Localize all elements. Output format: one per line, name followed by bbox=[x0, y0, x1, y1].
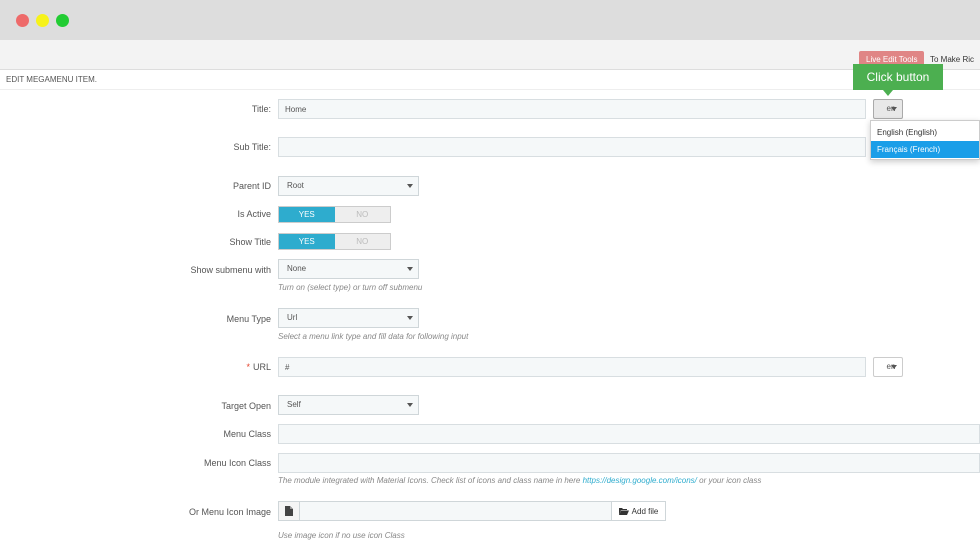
panel-heading: EDIT MEGAMENU ITEM. bbox=[6, 75, 97, 84]
help-text-suffix: or your icon class bbox=[696, 476, 762, 485]
language-option-english[interactable]: English (English) bbox=[871, 124, 979, 141]
parent-id-value: Root bbox=[287, 181, 304, 190]
target-open-value: Self bbox=[287, 400, 301, 409]
language-dropdown: English (English) Français (French) bbox=[870, 120, 980, 160]
maximize-window-button[interactable] bbox=[56, 14, 69, 27]
menu-class-input[interactable] bbox=[278, 424, 980, 444]
target-open-label: Target Open bbox=[221, 401, 271, 411]
caret-down-icon bbox=[891, 107, 897, 111]
title-input[interactable] bbox=[278, 99, 866, 119]
url-language-button[interactable]: en bbox=[873, 357, 903, 377]
show-submenu-value: None bbox=[287, 264, 307, 273]
add-file-label: Add file bbox=[631, 506, 659, 516]
title-language-button[interactable]: en bbox=[873, 99, 903, 119]
menu-type-help: Select a menu link type and fill data fo… bbox=[278, 332, 469, 341]
caret-down-icon bbox=[891, 365, 897, 369]
click-button-callout: Click button bbox=[853, 64, 943, 90]
show-title-no[interactable]: NO bbox=[335, 234, 391, 249]
menu-icon-class-help: The module integrated with Material Icon… bbox=[278, 476, 761, 485]
divider bbox=[0, 89, 980, 90]
menu-icon-image-help: Use image icon if no use icon Class bbox=[278, 531, 405, 540]
menu-icon-image-label: Or Menu Icon Image bbox=[188, 507, 271, 517]
show-submenu-help: Turn on (select type) or turn off submen… bbox=[278, 283, 423, 292]
is-active-switch[interactable]: YES NO bbox=[278, 206, 391, 223]
show-submenu-select[interactable]: None bbox=[278, 259, 419, 279]
callout-arrow bbox=[883, 90, 893, 96]
is-active-no[interactable]: NO bbox=[335, 207, 391, 222]
folder-open-icon bbox=[618, 508, 629, 515]
top-toolbar: Live Edit Tools To Make Ric bbox=[0, 40, 980, 70]
parent-id-label: Parent ID bbox=[232, 181, 271, 191]
menu-type-label: Menu Type bbox=[226, 314, 271, 324]
file-upload: Add file bbox=[278, 501, 666, 521]
menu-class-label: Menu Class bbox=[223, 429, 271, 439]
caret-down-icon bbox=[407, 184, 413, 188]
caret-down-icon bbox=[407, 316, 413, 320]
required-mark: * bbox=[246, 362, 250, 372]
menu-type-select[interactable]: Url bbox=[278, 308, 419, 328]
menu-icon-class-input[interactable] bbox=[278, 453, 980, 473]
is-active-yes[interactable]: YES bbox=[279, 207, 335, 222]
url-label-text: URL bbox=[252, 362, 271, 372]
material-icons-link[interactable]: https://design.google.com/icons/ bbox=[583, 476, 697, 485]
menu-icon-class-label: Menu Icon Class bbox=[203, 458, 271, 468]
title-label: Title: bbox=[251, 104, 271, 114]
show-title-switch[interactable]: YES NO bbox=[278, 233, 391, 250]
show-title-label: Show Title bbox=[229, 237, 271, 247]
sub-title-input[interactable] bbox=[278, 137, 866, 157]
show-submenu-label: Show submenu with bbox=[190, 265, 271, 275]
file-name-input[interactable] bbox=[300, 502, 611, 520]
url-label: * URL bbox=[0, 362, 271, 372]
caret-down-icon bbox=[407, 403, 413, 407]
sub-title-label: Sub Title: bbox=[233, 142, 271, 152]
is-active-label: Is Active bbox=[237, 209, 271, 219]
show-title-yes[interactable]: YES bbox=[279, 234, 335, 249]
parent-id-select[interactable]: Root bbox=[278, 176, 419, 196]
close-window-button[interactable] bbox=[16, 14, 29, 27]
language-option-french[interactable]: Français (French) bbox=[871, 141, 979, 158]
caret-down-icon bbox=[407, 267, 413, 271]
help-text: The module integrated with Material Icon… bbox=[278, 476, 583, 485]
file-icon bbox=[279, 502, 300, 520]
window-titlebar bbox=[0, 0, 980, 40]
menu-type-value: Url bbox=[287, 313, 298, 322]
url-input[interactable] bbox=[278, 357, 866, 377]
toolbar-note: To Make Ric bbox=[930, 55, 975, 64]
target-open-select[interactable]: Self bbox=[278, 395, 419, 415]
add-file-button[interactable]: Add file bbox=[611, 502, 665, 520]
minimize-window-button[interactable] bbox=[36, 14, 49, 27]
